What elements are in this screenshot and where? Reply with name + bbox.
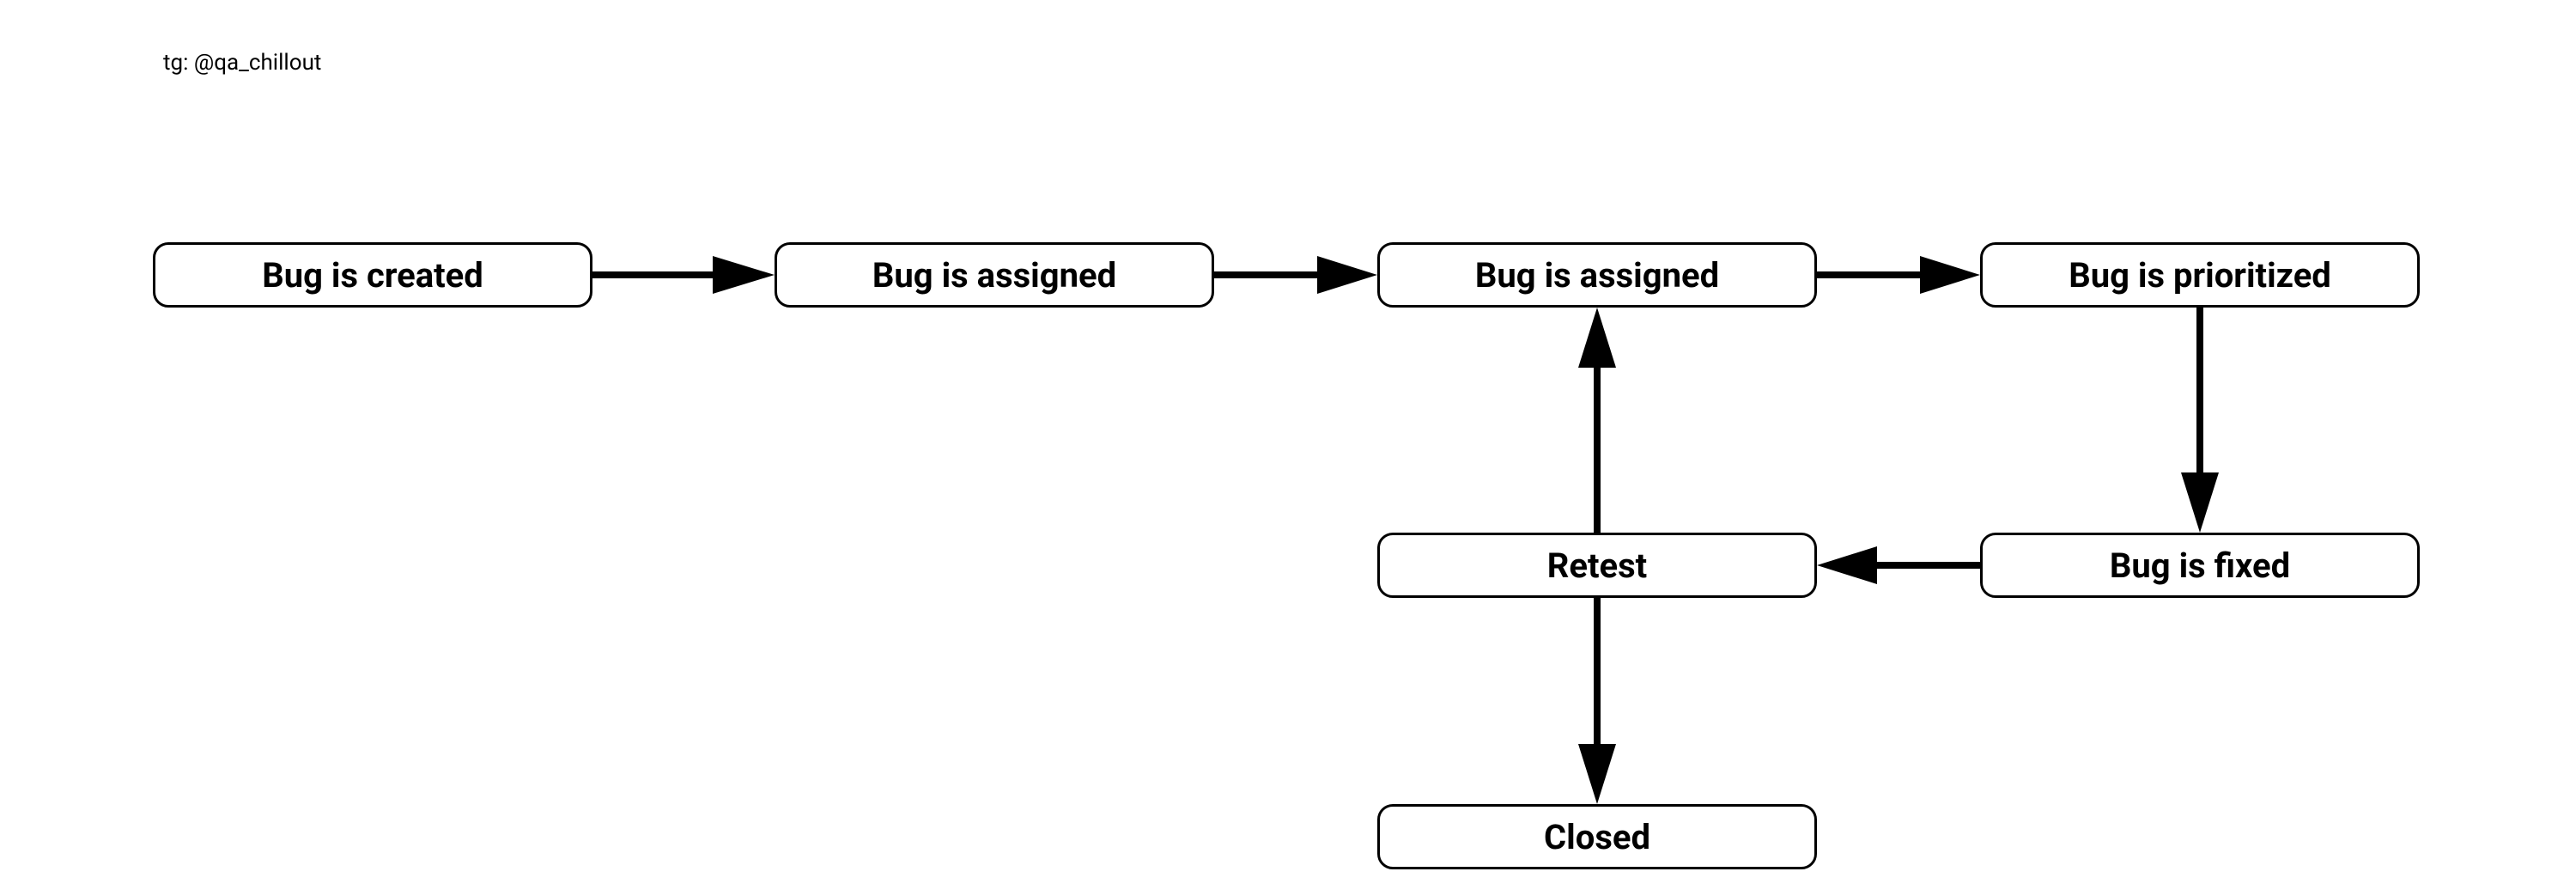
node-bug-assigned-2: Bug is assigned bbox=[1377, 242, 1817, 308]
node-bug-prioritized: Bug is prioritized bbox=[1980, 242, 2420, 308]
node-bug-assigned-1: Bug is assigned bbox=[775, 242, 1214, 308]
node-bug-fixed: Bug is fixed bbox=[1980, 533, 2420, 598]
arrow-prioritized-to-fixed bbox=[2179, 308, 2221, 533]
arrow-assigned2-to-prioritized bbox=[1817, 254, 1980, 296]
arrow-fixed-to-retest bbox=[1817, 545, 1980, 586]
node-label: Retest bbox=[1547, 546, 1647, 586]
node-label: Bug is prioritized bbox=[2069, 255, 2331, 296]
node-label: Bug is fixed bbox=[2110, 546, 2290, 586]
arrow-assigned1-to-assigned2 bbox=[1214, 254, 1377, 296]
node-label: Bug is assigned bbox=[872, 255, 1116, 296]
arrow-created-to-assigned1 bbox=[592, 254, 775, 296]
arrow-retest-to-closed bbox=[1577, 598, 1618, 804]
node-label: Bug is assigned bbox=[1475, 255, 1719, 296]
arrow-retest-to-assigned2 bbox=[1577, 308, 1618, 533]
node-bug-created: Bug is created bbox=[153, 242, 592, 308]
node-retest: Retest bbox=[1377, 533, 1817, 598]
node-label: Bug is created bbox=[262, 255, 483, 296]
node-label: Closed bbox=[1544, 817, 1650, 857]
node-closed: Closed bbox=[1377, 804, 1817, 869]
attribution-text: tg: @qa_chillout bbox=[163, 50, 321, 76]
